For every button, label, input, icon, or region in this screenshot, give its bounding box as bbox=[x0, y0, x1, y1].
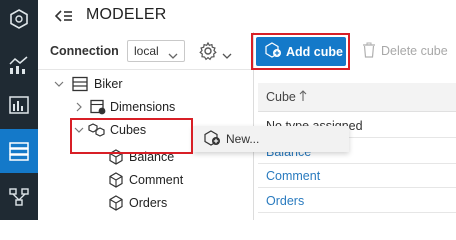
home-hex-icon[interactable] bbox=[0, 0, 38, 38]
collapse-sidebar-icon[interactable] bbox=[54, 9, 73, 28]
chevron-down-icon bbox=[168, 46, 178, 66]
tree-item-label: Dimensions bbox=[110, 100, 176, 114]
sort-asc-icon bbox=[299, 89, 307, 105]
database-icon bbox=[72, 76, 88, 92]
add-cube-label: Add cube bbox=[286, 44, 343, 59]
report-icon[interactable] bbox=[0, 86, 38, 124]
table-row[interactable]: Orders bbox=[258, 190, 456, 213]
tree-item-label: Comment bbox=[129, 173, 184, 187]
table-row[interactable]: Comment bbox=[258, 165, 456, 188]
column-header-label: Cube bbox=[266, 90, 296, 104]
tree-item-cube[interactable]: Orders bbox=[108, 192, 167, 214]
cube-icon bbox=[109, 172, 123, 188]
add-cube-icon bbox=[264, 42, 282, 61]
tree-item-cube[interactable]: Comment bbox=[108, 169, 183, 191]
delete-cube-button[interactable]: Delete cube bbox=[362, 41, 448, 61]
tree-item-label: Biker bbox=[94, 77, 123, 91]
page-title: MODELER bbox=[86, 6, 167, 23]
connection-label: Connection bbox=[50, 44, 119, 58]
table-header-cube[interactable]: Cube bbox=[258, 83, 456, 112]
modeler-icon[interactable] bbox=[0, 129, 38, 173]
trash-icon bbox=[362, 42, 376, 61]
nav-rail bbox=[0, 0, 38, 220]
chevron-down-icon[interactable] bbox=[54, 79, 64, 89]
chevron-right-icon[interactable] bbox=[74, 102, 84, 112]
delete-cube-label: Delete cube bbox=[381, 44, 448, 58]
connection-value: local bbox=[134, 44, 159, 58]
tree-item-label: Orders bbox=[129, 196, 168, 210]
divider bbox=[38, 69, 253, 70]
context-menu-new[interactable]: New... bbox=[226, 132, 259, 146]
network-icon[interactable] bbox=[0, 178, 38, 216]
dimensions-icon bbox=[90, 99, 106, 115]
cube-icon bbox=[109, 195, 123, 211]
cubes-highlight-frame bbox=[70, 118, 193, 154]
analytics-icon[interactable] bbox=[0, 46, 38, 84]
gear-icon[interactable] bbox=[198, 41, 218, 66]
context-menu: New... bbox=[193, 126, 349, 152]
tree-item-dimensions[interactable]: Dimensions bbox=[74, 96, 175, 118]
add-cube-button[interactable]: Add cube bbox=[256, 37, 346, 66]
settings-chevron-down-icon[interactable] bbox=[222, 47, 232, 65]
connection-select[interactable]: local bbox=[127, 40, 185, 62]
tree-item-biker[interactable]: Biker bbox=[54, 73, 122, 95]
add-cube-icon bbox=[203, 129, 221, 149]
